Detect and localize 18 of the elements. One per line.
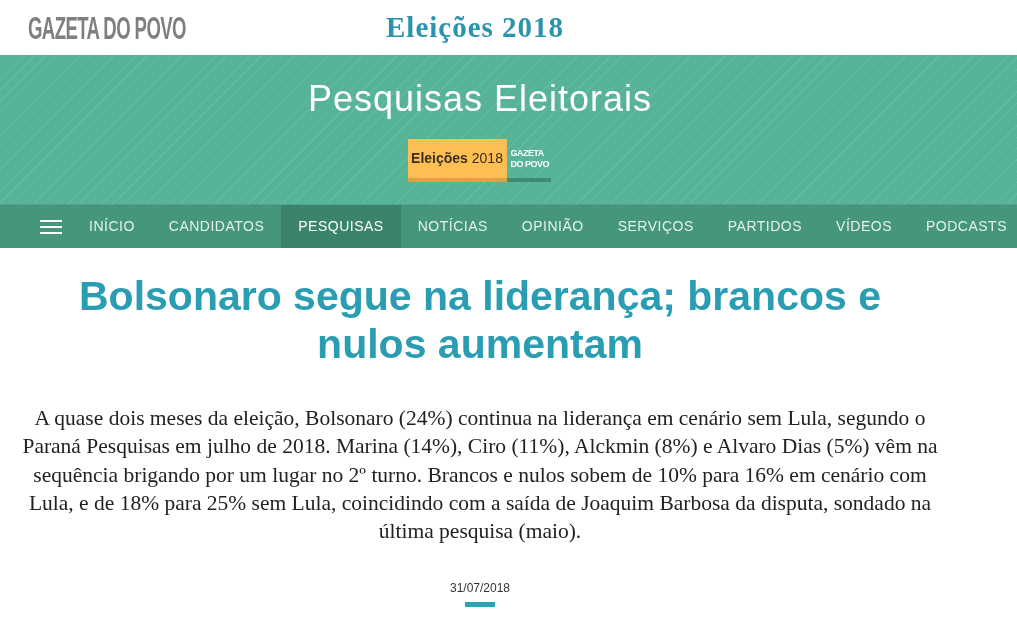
nav-tab[interactable]: INÍCIO bbox=[72, 205, 152, 248]
nav-tab[interactable]: CANDIDATOS bbox=[151, 205, 282, 248]
nav-tab[interactable]: PODCASTS bbox=[909, 205, 1017, 248]
article-headline: Bolsonaro segue na liderança; brancos e nulos aumentam bbox=[78, 272, 882, 368]
nav-tab[interactable]: PARTIDOS bbox=[710, 205, 820, 248]
banner-title: Pesquisas Eleitorais bbox=[307, 77, 653, 121]
menu-icon[interactable] bbox=[40, 218, 62, 235]
badge-logo: GAZETA DO POVO bbox=[506, 139, 551, 182]
badge-label: Eleições 2018 bbox=[407, 139, 507, 182]
article-date: 31/07/2018 bbox=[449, 581, 511, 596]
nav-tab[interactable]: PESQUISAS bbox=[281, 205, 401, 248]
section-title: Eleições 2018 bbox=[386, 13, 565, 42]
nav-tab[interactable]: OPINIÃO bbox=[504, 205, 601, 248]
site-logo[interactable]: GAZETA DO POVO bbox=[28, 11, 186, 44]
article-summary: A quase dois meses da eleição, Bolsonaro (24%) continua na liderança em cenário sem Lula, segundo o Paraná Pesquisas em julho de 2018. Marina (14%), Ciro (11%), Alckmin (8%) e Alvaro Dias (5%) vêm na sequência brigando por um lugar no 2º turno. Brancos e nulos sobem de 10% para 16% em cenário com Lula, e de 18% para 25% sem Lula, coincidindo com a saída de Joaquim Barbosa da disputa, sondado na última pesquisa (maio). bbox=[21, 405, 939, 546]
nav-tab[interactable]: SERVIÇOS bbox=[600, 205, 711, 248]
nav-tab[interactable]: NOTÍCIAS bbox=[400, 205, 505, 248]
nav-tab[interactable]: VÍDEOS bbox=[819, 205, 909, 248]
